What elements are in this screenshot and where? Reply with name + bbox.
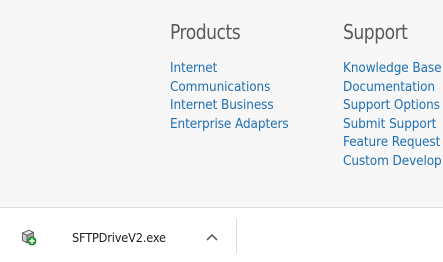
footer-links-products: Internet Communications Internet Busines…	[170, 58, 297, 132]
list-item: Knowledge Base	[343, 58, 443, 77]
list-item: Custom Develop	[343, 151, 443, 170]
footer-link-internet-business[interactable]: Internet Business	[170, 97, 274, 115]
footer-column-products: Products Internet Communications Interne…	[170, 19, 297, 132]
footer-link-submit-support[interactable]: Submit Support	[343, 116, 436, 134]
download-file-name: SFTPDriveV2.exe	[72, 231, 166, 245]
list-item: Documentation	[343, 77, 443, 96]
list-item: Feature Request	[343, 132, 443, 151]
installer-file-icon	[19, 228, 37, 246]
download-options-button[interactable]	[202, 227, 222, 247]
footer-link-custom-develop[interactable]: Custom Develop	[343, 153, 442, 171]
footer-link-feature-request[interactable]: Feature Request	[343, 134, 440, 152]
list-item: Communications	[170, 77, 297, 96]
footer-heading-products: Products	[170, 20, 241, 44]
site-footer: Products Internet Communications Interne…	[0, 0, 443, 207]
list-item: Submit Support	[343, 114, 443, 133]
footer-column-support: Support Knowledge Base Documentation Sup…	[343, 19, 443, 170]
list-item: Internet	[170, 58, 297, 77]
footer-link-documentation[interactable]: Documentation	[343, 79, 435, 97]
footer-links-support: Knowledge Base Documentation Support Opt…	[343, 58, 443, 170]
footer-heading-support: Support	[343, 20, 408, 44]
divider	[236, 219, 237, 253]
footer-link-support-options[interactable]: Support Options	[343, 97, 440, 115]
footer-link-enterprise-adapters[interactable]: Enterprise Adapters	[170, 116, 289, 134]
footer-link-internet[interactable]: Internet	[170, 60, 217, 78]
list-item: Enterprise Adapters	[170, 114, 297, 133]
footer-link-knowledge-base[interactable]: Knowledge Base	[343, 60, 442, 78]
download-item[interactable]: SFTPDriveV2.exe	[0, 208, 236, 262]
installer-file-icon-graphic	[22, 229, 37, 246]
chevron-up-icon	[206, 234, 218, 241]
download-bar: SFTPDriveV2.exe	[0, 207, 443, 262]
list-item: Support Options	[343, 95, 443, 114]
list-item: Internet Business	[170, 95, 297, 114]
footer-link-communications[interactable]: Communications	[170, 79, 270, 97]
